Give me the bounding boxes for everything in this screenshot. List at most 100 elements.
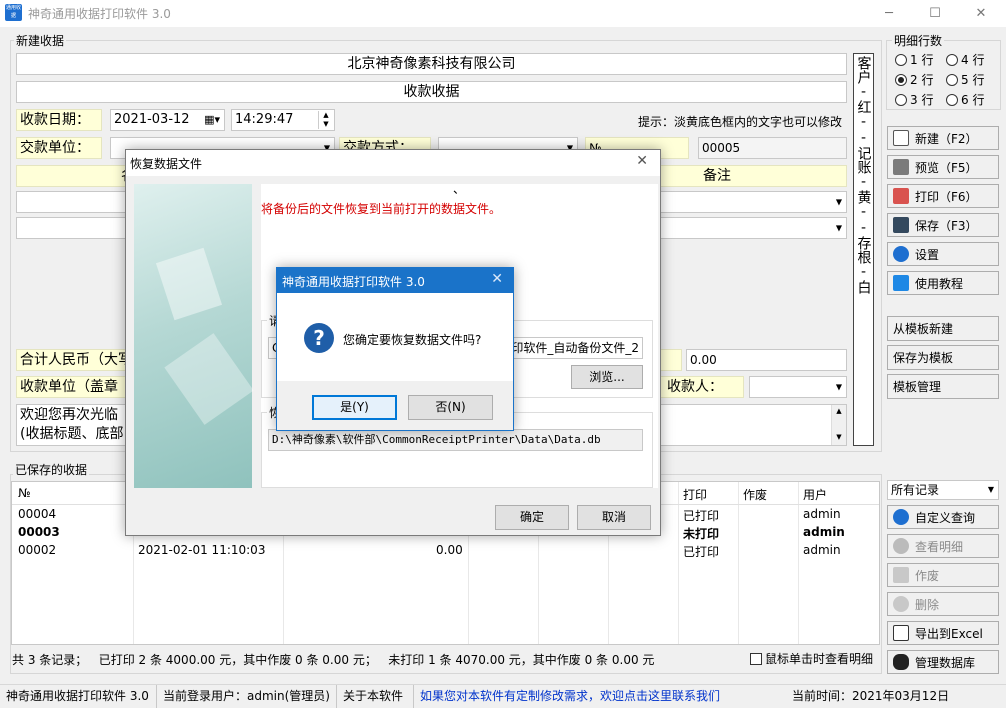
save-template-button[interactable]: 保存为模板 (887, 345, 999, 370)
col-remark-header: 备注 (703, 168, 731, 184)
settings-button[interactable]: 设置 (887, 242, 999, 266)
rows-option-4[interactable]: 4 行 (946, 51, 984, 68)
search-icon (893, 538, 909, 554)
unit-label[interactable]: 收款单位（盖章 (16, 376, 136, 398)
checkbox-icon (750, 653, 762, 665)
browse-button[interactable]: 浏览... (571, 365, 643, 389)
receipt-title-field[interactable]: 收款收据 (16, 81, 847, 103)
manage-db-button[interactable]: 管理数据库 (887, 650, 999, 674)
tutorial-button[interactable]: 使用教程 (887, 271, 999, 295)
settings-button-label: 设置 (915, 247, 940, 262)
restore-dialog-title: 恢复数据文件 (130, 157, 203, 171)
status-time: 当前时间：2021年03月12日 14:36:12 (792, 689, 950, 703)
new-button-label: 新建（F2） (915, 131, 978, 146)
paper-shape (155, 247, 223, 321)
question-icon: ? (304, 323, 334, 353)
record-filter-select[interactable]: 所有记录 ▼ (887, 480, 999, 500)
company-name-field[interactable]: 北京神奇像素科技有限公司 (16, 53, 847, 75)
row-user: admin (803, 525, 845, 539)
status-current-user: 当前登录用户：admin(管理员) (157, 685, 337, 708)
save-button-label: 保存（F3） (915, 218, 978, 233)
spinner-arrows-icon[interactable]: ▲ ▼ (318, 111, 333, 129)
close-icon[interactable]: ✕ (636, 153, 648, 169)
receiver-combo[interactable]: ▼ (749, 376, 847, 398)
status-app-name: 神奇通用收据打印软件 3.0 (0, 685, 157, 708)
rows-option-6[interactable]: 6 行 (946, 91, 984, 108)
close-icon[interactable]: ✕ (491, 271, 503, 287)
rows-option-5[interactable]: 5 行 (946, 71, 984, 88)
confirm-dialog-titlebar: 神奇通用收据打印软件 3.0 ✕ (277, 268, 513, 293)
row-time: 2021-02-01 11:10:03 (138, 543, 266, 557)
book-icon (893, 275, 909, 291)
target-file-path: D:\神奇像素\软件部\CommonReceiptPrinter\Data\Da… (268, 429, 643, 451)
preview-button[interactable]: 预览（F5） (887, 155, 999, 179)
table-row[interactable]: 00002 2021-02-01 11:10:03 0.00 已打印 admin (12, 541, 879, 559)
chevron-down-icon[interactable]: ▼ (836, 383, 842, 392)
row-print-status: 已打印 (683, 545, 720, 559)
header-print[interactable]: 打印 (683, 486, 707, 503)
chevron-down-icon[interactable]: ▼ (836, 198, 842, 207)
rows-option-2[interactable]: 2 行 (895, 71, 933, 88)
maximize-button[interactable]: ☐ (912, 0, 958, 27)
new-doc-icon (893, 130, 909, 146)
total-label[interactable]: 合计人民币（大写 (16, 349, 136, 371)
amount-label[interactable] (660, 349, 682, 371)
view-detail-button[interactable]: 查看明细 (887, 534, 999, 558)
print-button-label: 打印（F6） (915, 189, 978, 204)
amount-field[interactable]: 0.00 (686, 349, 847, 371)
delete-button[interactable]: 删除 (887, 592, 999, 616)
rows-option-1[interactable]: 1 行 (895, 51, 933, 68)
promo-link[interactable]: 如果您对本软件有定制修改需求，欢迎点击这里联系我们 (414, 685, 786, 708)
payer-label[interactable]: 交款单位： (16, 137, 102, 159)
receiver-label[interactable]: 收款人： (660, 376, 744, 398)
about-link[interactable]: 关于本软件 (337, 685, 414, 708)
chevron-down-icon[interactable]: ▼ (836, 224, 842, 233)
date-label[interactable]: 收款日期： (16, 109, 102, 131)
new-button[interactable]: 新建（F2） (887, 126, 999, 150)
yes-button[interactable]: 是(Y) (312, 395, 397, 420)
rows-option-6-label: 6 行 (961, 93, 985, 107)
date-value: 2021-03-12 (114, 112, 190, 127)
header-void[interactable]: 作废 (743, 486, 767, 503)
rows-option-5-label: 5 行 (961, 73, 985, 87)
time-spinner[interactable]: 14:29:47 ▲ ▼ (231, 109, 335, 131)
save-button[interactable]: 保存（F3） (887, 213, 999, 237)
cancel-button[interactable]: 取消 (577, 505, 651, 530)
no-button[interactable]: 否(N) (408, 395, 493, 420)
from-template-button[interactable]: 从模板新建 (887, 316, 999, 341)
delete-label: 删除 (915, 597, 940, 612)
search-icon (893, 509, 909, 525)
footer-scrollbar[interactable]: ▲ ▼ (831, 405, 846, 445)
confirm-message: 您确定要恢复数据文件吗? (343, 333, 482, 347)
restore-dialog-titlebar: 恢复数据文件 ✕ (126, 150, 660, 176)
saved-receipts-group-title: 已保存的收据 (13, 461, 90, 478)
export-icon (893, 625, 909, 641)
rows-option-3[interactable]: 3 行 (895, 91, 933, 108)
radio-icon (895, 94, 907, 106)
confirm-dialog-title: 神奇通用收据打印软件 3.0 (282, 275, 425, 289)
date-picker[interactable]: 2021-03-12 ▦▾ (110, 109, 225, 131)
manage-template-button[interactable]: 模板管理 (887, 374, 999, 399)
chevron-down-icon[interactable]: ▼ (988, 481, 994, 499)
ok-button[interactable]: 确定 (495, 505, 569, 530)
rows-option-1-label: 1 行 (910, 53, 934, 67)
row-no: 00004 (18, 507, 57, 521)
header-no[interactable]: № (18, 486, 30, 500)
printer-preview-icon (893, 159, 909, 175)
calendar-icon[interactable]: ▦▾ (204, 110, 220, 130)
click-detail-checkbox[interactable]: 鼠标单击时查看明细 (750, 650, 873, 667)
print-button[interactable]: 打印（F6） (887, 184, 999, 208)
custom-query-button[interactable]: 自定义查询 (887, 505, 999, 529)
radio-icon (946, 74, 958, 86)
export-excel-button[interactable]: 导出到Excel (887, 621, 999, 645)
header-user[interactable]: 用户 (803, 486, 827, 503)
preview-button-label: 预览（F5） (915, 160, 978, 175)
export-excel-label: 导出到Excel (915, 626, 983, 641)
void-icon (893, 567, 909, 583)
row-no: 00002 (18, 543, 57, 557)
void-button[interactable]: 作废 (887, 563, 999, 587)
hand-pen-shape (164, 333, 254, 425)
close-button[interactable]: ✕ (958, 0, 1004, 27)
radio-icon (946, 94, 958, 106)
minimize-button[interactable]: ─ (866, 0, 912, 27)
